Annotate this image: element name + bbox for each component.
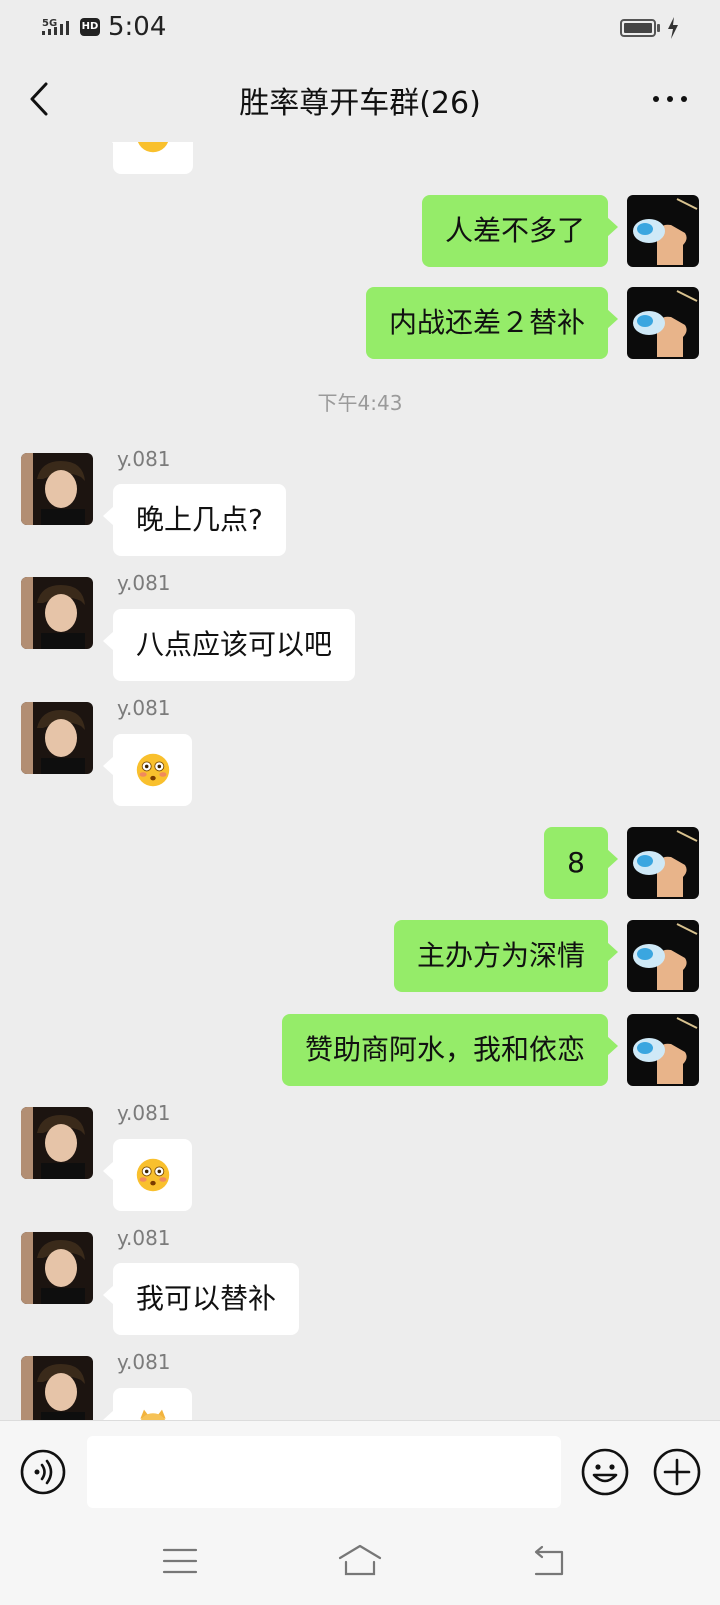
message-input[interactable] bbox=[87, 1436, 561, 1508]
flushed-face-icon bbox=[136, 753, 170, 787]
chat-header: 胜率尊开车群(26) bbox=[0, 56, 720, 142]
cat-sticker-icon bbox=[140, 1409, 166, 1420]
sender-name: y.081 bbox=[117, 447, 171, 471]
menu-icon[interactable] bbox=[162, 1544, 198, 1578]
hand-avatar-icon bbox=[627, 195, 699, 267]
avatar-self[interactable] bbox=[627, 195, 699, 267]
flushed-face-icon bbox=[137, 142, 169, 153]
person-avatar-icon bbox=[21, 577, 93, 649]
message-bubble-outgoing[interactable]: 主办方为深情 bbox=[393, 920, 619, 992]
message-bubble-outgoing[interactable]: 赞助商阿水，我和依恋 bbox=[281, 1014, 619, 1086]
battery-tip bbox=[657, 24, 660, 32]
chat-title: 胜率尊开车群(26) bbox=[239, 86, 481, 121]
sender-name: y.081 bbox=[117, 1101, 171, 1125]
avatar-self[interactable] bbox=[627, 287, 699, 359]
avatar-self[interactable] bbox=[627, 1014, 699, 1086]
battery-icon bbox=[620, 19, 656, 37]
message-bubble-incoming-sticker-partial[interactable] bbox=[103, 1388, 192, 1420]
home-icon[interactable] bbox=[336, 1540, 384, 1580]
avatar-sender[interactable] bbox=[21, 702, 93, 774]
message-bubble-outgoing[interactable]: 8 bbox=[544, 827, 618, 899]
sender-name: y.081 bbox=[117, 1226, 171, 1250]
charging-icon bbox=[668, 17, 678, 39]
message-bubble-outgoing[interactable]: 人差不多了 bbox=[421, 195, 619, 267]
hd-badge: HD bbox=[80, 18, 100, 36]
person-avatar-icon bbox=[21, 1107, 93, 1179]
sender-name: y.081 bbox=[117, 1350, 171, 1374]
back-arrow-icon[interactable] bbox=[530, 1544, 568, 1578]
avatar-self[interactable] bbox=[627, 920, 699, 992]
message-bubble-incoming-emoji[interactable] bbox=[103, 1139, 192, 1211]
message-bubble-incoming-emoji[interactable] bbox=[103, 734, 192, 806]
plus-icon[interactable] bbox=[652, 1447, 702, 1497]
avatar-self[interactable] bbox=[627, 827, 699, 899]
person-avatar-icon bbox=[21, 1356, 93, 1420]
avatar-sender[interactable] bbox=[21, 1356, 93, 1420]
hand-avatar-icon bbox=[627, 287, 699, 359]
message-bubble-incoming[interactable]: 八点应该可以吧 bbox=[102, 609, 356, 681]
flushed-face-icon bbox=[136, 1158, 170, 1192]
person-avatar-icon bbox=[21, 702, 93, 774]
hand-avatar-icon bbox=[627, 827, 699, 899]
message-timestamp: 下午4:43 bbox=[317, 391, 403, 415]
message-bubble-outgoing[interactable]: 内战还差２替补 bbox=[365, 287, 619, 359]
avatar-sender[interactable] bbox=[21, 1232, 93, 1304]
status-bar: 5G HD 5:04 bbox=[0, 0, 720, 56]
person-avatar-icon bbox=[21, 453, 93, 525]
sender-name: y.081 bbox=[117, 696, 171, 720]
clock: 5:04 bbox=[108, 12, 167, 42]
system-navigation-bar bbox=[0, 1520, 720, 1605]
hand-avatar-icon bbox=[627, 920, 699, 992]
input-bar bbox=[0, 1420, 720, 1521]
signal-icon: 5G bbox=[42, 18, 69, 35]
message-bubble-incoming[interactable]: 我可以替补 bbox=[102, 1263, 300, 1335]
voice-icon[interactable] bbox=[19, 1448, 67, 1496]
hand-avatar-icon bbox=[627, 1014, 699, 1086]
message-list[interactable]: 人差不多了 内战还差２替补 下午4:43 y.081 晚上几点? y.081 八… bbox=[0, 142, 720, 1420]
more-dots-icon[interactable] bbox=[648, 84, 692, 114]
person-avatar-icon bbox=[21, 1232, 93, 1304]
message-bubble-incoming[interactable]: 晚上几点? bbox=[103, 484, 286, 556]
avatar-sender[interactable] bbox=[21, 453, 93, 525]
smiley-icon[interactable] bbox=[580, 1447, 630, 1497]
sender-name: y.081 bbox=[117, 571, 171, 595]
message-bubble-incoming-emoji-partial[interactable] bbox=[103, 142, 193, 174]
avatar-sender[interactable] bbox=[21, 1107, 93, 1179]
avatar-sender[interactable] bbox=[21, 577, 93, 649]
